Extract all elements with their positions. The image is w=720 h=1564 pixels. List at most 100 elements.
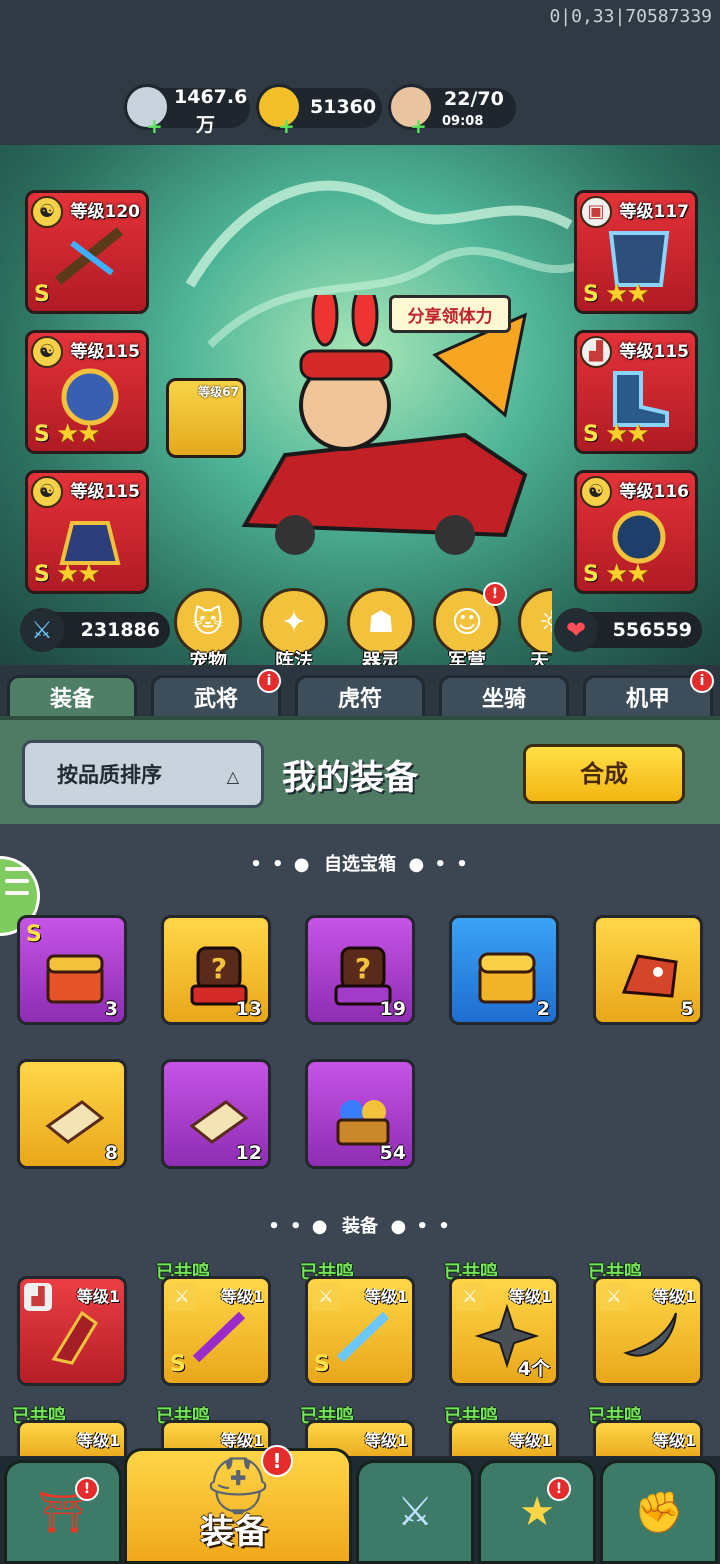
silver-unit: 万 [196, 114, 216, 136]
sort-dropdown[interactable]: 按品质排序 △ [22, 740, 264, 808]
item-count: 2 [536, 998, 550, 1020]
notification-dot: i [257, 669, 281, 693]
section-label: 自选宝箱 [324, 854, 396, 875]
add-gold-icon[interactable]: + [278, 114, 295, 138]
scimitar-icon [623, 1312, 677, 1357]
equip-slot-left-3[interactable]: ☯ 等级115 S ★★ [25, 470, 149, 594]
equip-slot-right-2[interactable]: ▟ 等级115 S ★★ [574, 330, 698, 454]
silver-value: 1467.6 [174, 86, 248, 108]
stars: ★★ [56, 559, 101, 589]
boots-icon [51, 1310, 98, 1365]
chest-item[interactable]: 5 [593, 915, 703, 1025]
nav-heroes[interactable]: ★ ! [478, 1460, 596, 1564]
section-chests: • • ● 自选宝箱 ● • • [250, 854, 470, 875]
svg-text:?: ? [355, 952, 371, 985]
equip-slot-right-1[interactable]: ▣ 等级117 S ★★ [574, 190, 698, 314]
feature-sky[interactable]: ☼ 天 [518, 588, 552, 673]
chest-item[interactable]: ? 19 [305, 915, 415, 1025]
item-count: 54 [379, 1142, 406, 1164]
slot-level: 等级115 [70, 482, 141, 502]
chest-item[interactable]: S 3 [17, 915, 127, 1025]
attack-stat: ⚔ 231886 [20, 608, 170, 652]
feature-pet[interactable]: 🐱 宠物 [172, 588, 244, 673]
hero-character-icon [241, 295, 528, 555]
chest-item[interactable]: 54 [305, 1059, 415, 1169]
scroll-book-icon [45, 1100, 105, 1144]
mount-slot[interactable]: 等级67 [166, 378, 246, 458]
panel-title: 我的装备 [282, 758, 418, 798]
nav-battle[interactable]: ⚔ [356, 1460, 474, 1564]
feature-spirit[interactable]: ☗ 器灵 [345, 588, 417, 673]
combine-button[interactable]: 合成 [523, 744, 685, 804]
item-count: 8 [104, 1142, 118, 1164]
nav-active-label: 装备 [200, 1512, 268, 1552]
gold-resource[interactable]: + 51360 [256, 84, 382, 138]
stamina-timer: 09:08 [442, 114, 484, 129]
chest-item[interactable]: 2 [449, 915, 559, 1025]
notification-dot: ! [547, 1477, 571, 1501]
add-silver-icon[interactable]: + [146, 114, 163, 138]
sort-label: 按品质排序 [57, 763, 162, 787]
equipment-item[interactable]: ⚔ 等级1 [593, 1276, 703, 1386]
grade-label: S [34, 422, 50, 447]
item-count: 3 [104, 998, 118, 1020]
svg-text:?: ? [211, 952, 227, 985]
hp-value: 556559 [612, 619, 692, 641]
feature-camp[interactable]: ☺ 军营 ! [431, 582, 507, 673]
notification-dot: ! [483, 582, 507, 606]
equipment-panel-header: 按品质排序 △ 我的装备 合成 [0, 716, 720, 824]
notification-dot: i [690, 669, 714, 693]
ice-sword-icon [336, 1311, 390, 1363]
feature-formation[interactable]: ✦ 阵法 [258, 588, 330, 673]
blade-icon [192, 1311, 246, 1363]
bottom-navigation: ⛩ ! ⛑ ! ⚔ ★ ! ✊ [0, 1445, 720, 1564]
tab-mount[interactable]: 坐骑 [439, 675, 569, 721]
slot-level: 等级120 [70, 202, 141, 222]
grade-label: S [583, 282, 599, 307]
attack-value: 231886 [80, 619, 160, 641]
triangle-up-icon: △ [226, 767, 239, 786]
equipment-item[interactable]: ▟ 等级1 [17, 1276, 127, 1386]
grade-label: S [314, 1352, 330, 1377]
equipment-item[interactable]: ⚔ 等级1 S [305, 1276, 415, 1386]
silver-resource[interactable]: + 1467.6 万 [124, 84, 250, 138]
hero-scene: 分享领体力 ☯ 等级120 S ☯ 等级115 S ★★ ☯ 等级115 S ★… [0, 145, 720, 665]
chest-item[interactable]: ? 13 [161, 915, 271, 1025]
nav-upgrade[interactable]: ✊ [600, 1460, 718, 1564]
equipment-item[interactable]: 等级1 [17, 1420, 127, 1460]
equipment-item[interactable]: ⚔ 等级1 S [161, 1276, 271, 1386]
stamina-resource[interactable]: + 22/70 09:08 [388, 84, 516, 138]
dragon-head-icon [621, 954, 678, 998]
equipment-item[interactable]: ⚔ 等级1 4个 [449, 1276, 559, 1386]
share-stamina-button[interactable]: 分享领体力 [389, 295, 511, 333]
equip-slot-left-1[interactable]: ☯ 等级120 S [25, 190, 149, 314]
grade-label: S [26, 922, 42, 947]
item-level: 等级1 [364, 1431, 408, 1450]
equipment-item[interactable]: 等级1 [593, 1420, 703, 1460]
nav-shop[interactable]: ⛩ ! [4, 1460, 122, 1564]
slot-level: 等级115 [70, 342, 141, 362]
add-stamina-icon[interactable]: + [410, 114, 427, 138]
stars: ★★ [605, 419, 650, 449]
grade-label: S [583, 562, 599, 587]
crossbow-icon [54, 227, 124, 285]
tab-equipment[interactable]: 装备 [7, 675, 137, 721]
grade-label: S [583, 422, 599, 447]
chest-item[interactable]: 12 [161, 1059, 271, 1169]
heart-icon: ❤ [554, 608, 598, 652]
category-tabs: 装备 武将 i 虎符 坐骑 机甲 i [0, 665, 720, 721]
hp-stat: ❤ 556559 [554, 608, 702, 652]
grade-label: S [34, 282, 50, 307]
item-count: 12 [235, 1142, 262, 1164]
stars: ★★ [605, 279, 650, 309]
notification-dot: ! [75, 1477, 99, 1501]
item-count: 5 [680, 998, 694, 1020]
equip-slot-left-2[interactable]: ☯ 等级115 S ★★ [25, 330, 149, 454]
gold-value: 51360 [310, 96, 377, 118]
slot-level: 等级117 [619, 202, 690, 222]
tab-tiger-seal[interactable]: 虎符 [295, 675, 425, 721]
equip-slot-right-3[interactable]: ☯ 等级116 S ★★ [574, 470, 698, 594]
top-bar: 0|0,33|70587339 + 1467.6 万 + 51360 + 22/… [0, 0, 720, 145]
chest-item[interactable]: 8 [17, 1059, 127, 1169]
equipment-item[interactable]: 等级1 [449, 1420, 559, 1460]
